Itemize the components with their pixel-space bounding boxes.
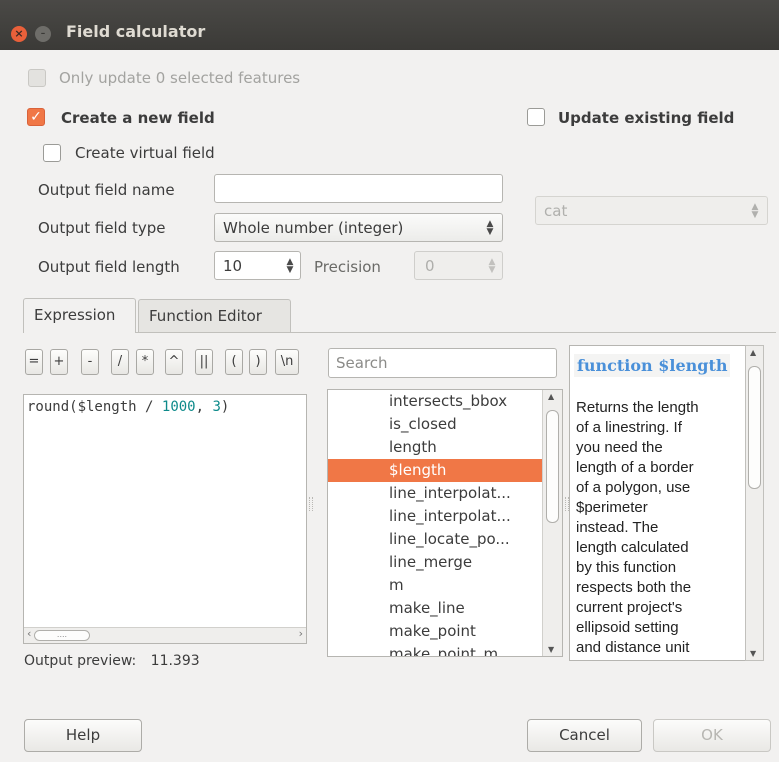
scroll-up-arrow-icon[interactable]: ▲: [750, 348, 756, 357]
output-type-label: Output field type: [38, 219, 166, 237]
scroll-up-arrow-icon[interactable]: ▲: [548, 392, 554, 401]
splitter-handle[interactable]: [309, 497, 313, 511]
precision-value: 0: [425, 257, 435, 275]
operator-newline-button[interactable]: \n: [275, 349, 299, 375]
output-length-label: Output field length: [38, 258, 180, 276]
hscroll-thumb[interactable]: ....: [34, 630, 90, 641]
expression-hscrollbar[interactable]: ‹ .... ›: [24, 627, 306, 643]
window-title: Field calculator: [66, 22, 206, 41]
list-item[interactable]: length: [328, 436, 542, 459]
expression-text: round($length / 1000, 3): [27, 399, 230, 415]
help-button[interactable]: Help: [24, 719, 142, 752]
operator-plus-button[interactable]: +: [50, 349, 68, 375]
expression-editor[interactable]: round($length / 1000, 3) ‹ .... ›: [23, 394, 307, 644]
operator-power-button[interactable]: ^: [165, 349, 183, 375]
operator-close-paren-button[interactable]: ): [249, 349, 267, 375]
search-input[interactable]: Search: [328, 348, 557, 378]
tab-function-editor[interactable]: Function Editor: [138, 299, 291, 332]
output-name-input[interactable]: [214, 174, 503, 203]
output-type-select[interactable]: Whole number (integer) ▲ ▼: [214, 213, 503, 242]
create-new-field-checkbox[interactable]: ✓: [27, 108, 45, 126]
list-item[interactable]: line_locate_po...: [328, 528, 542, 551]
list-item[interactable]: line_interpolat...: [328, 482, 542, 505]
select-arrows-icon: ▲ ▼: [751, 202, 759, 220]
only-update-label: Only update 0 selected features: [59, 69, 301, 87]
function-list-scrollbar[interactable]: ▲ ▼: [542, 390, 562, 656]
close-icon[interactable]: ×: [11, 26, 27, 42]
only-update-checkbox[interactable]: [28, 69, 46, 87]
minimize-icon[interactable]: –: [35, 26, 51, 42]
list-item[interactable]: make_line: [328, 597, 542, 620]
operator-equals-button[interactable]: =: [25, 349, 43, 375]
list-item[interactable]: is_closed: [328, 413, 542, 436]
output-name-label: Output field name: [38, 181, 175, 199]
precision-label: Precision: [314, 258, 381, 276]
list-item[interactable]: make_point: [328, 620, 542, 643]
existing-field-value: cat: [544, 202, 568, 220]
operator-minus-button[interactable]: -: [81, 349, 99, 375]
output-preview: Output preview: 11.393: [24, 653, 200, 669]
list-item-selected[interactable]: $length: [328, 459, 542, 482]
tab-function-editor-label: Function Editor: [149, 307, 262, 325]
list-item[interactable]: make_point_m: [328, 643, 542, 656]
output-preview-label: Output preview:: [24, 653, 137, 669]
list-item[interactable]: line_merge: [328, 551, 542, 574]
help-title: function $length: [574, 354, 731, 377]
cancel-button[interactable]: Cancel: [527, 719, 642, 752]
function-list[interactable]: intersects_bbox is_closed length $length…: [327, 389, 563, 657]
update-existing-label: Update existing field: [558, 109, 735, 127]
spin-arrows-icon: ▲ ▼: [488, 257, 496, 275]
help-scrollbar[interactable]: ▲ ▼: [745, 345, 764, 661]
scroll-down-arrow-icon[interactable]: ▼: [548, 645, 554, 654]
help-panel: function $length Returns the length of a…: [569, 345, 764, 661]
operator-concat-button[interactable]: ||: [195, 349, 213, 375]
output-length-value: 10: [223, 257, 243, 275]
tab-expression[interactable]: Expression: [23, 298, 136, 333]
create-new-field-label: Create a new field: [61, 109, 215, 127]
select-arrows-icon: ▲ ▼: [486, 219, 494, 237]
operator-multiply-button[interactable]: *: [136, 349, 154, 375]
operator-open-paren-button[interactable]: (: [225, 349, 243, 375]
list-item[interactable]: intersects_bbox: [328, 390, 542, 413]
scroll-down-arrow-icon[interactable]: ▼: [750, 649, 756, 658]
output-preview-value: 11.393: [150, 653, 200, 669]
scroll-right-arrow-icon[interactable]: ›: [299, 627, 303, 640]
output-length-spinbox[interactable]: 10 ▲ ▼: [214, 251, 301, 280]
output-type-value: Whole number (integer): [223, 219, 404, 237]
existing-field-select[interactable]: cat ▲ ▼: [535, 196, 768, 225]
list-item[interactable]: m: [328, 574, 542, 597]
operator-divide-button[interactable]: /: [111, 349, 129, 375]
tab-expression-label: Expression: [34, 306, 116, 324]
list-item[interactable]: line_interpolat...: [328, 505, 542, 528]
spin-arrows-icon[interactable]: ▲ ▼: [284, 258, 296, 275]
scroll-left-arrow-icon[interactable]: ‹: [27, 627, 31, 640]
vscroll-thumb[interactable]: [748, 366, 761, 489]
create-virtual-checkbox[interactable]: [43, 144, 61, 162]
precision-spinbox[interactable]: 0 ▲ ▼: [414, 251, 503, 280]
vscroll-thumb[interactable]: [546, 410, 559, 523]
create-virtual-label: Create virtual field: [75, 144, 215, 162]
update-existing-checkbox[interactable]: [527, 108, 545, 126]
ok-button[interactable]: OK: [653, 719, 771, 752]
help-body: Returns the length of a linestring. If y…: [576, 399, 699, 656]
